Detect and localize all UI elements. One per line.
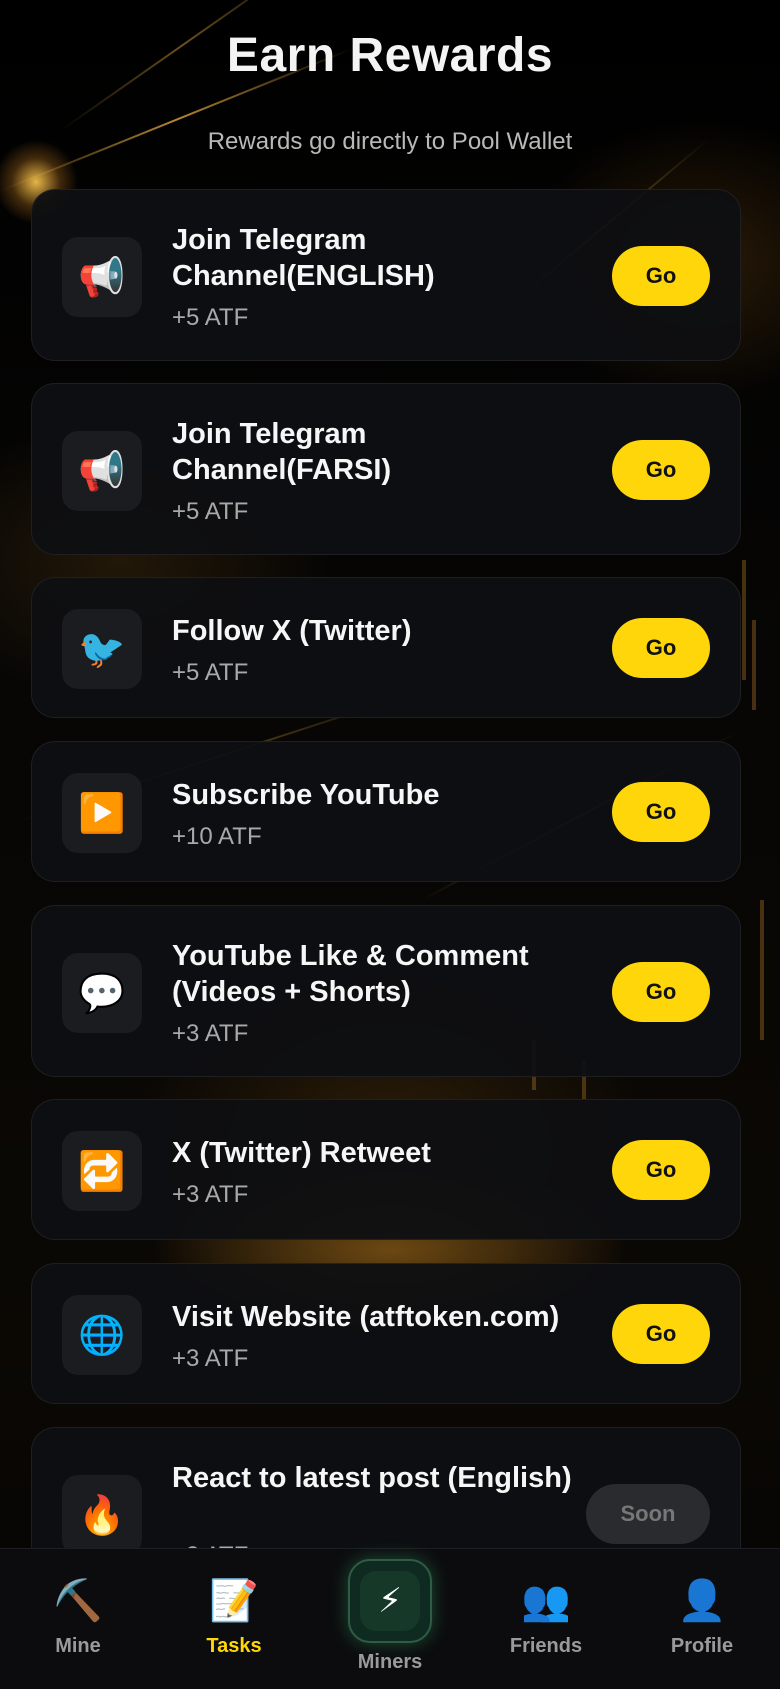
task-card: 🔁 X (Twitter) Retweet +3 ATF Go bbox=[31, 1099, 741, 1240]
task-card: 🌐 Visit Website (atftoken.com) +3 ATF Go bbox=[31, 1263, 741, 1404]
task-title: X (Twitter) Retweet bbox=[172, 1137, 431, 1169]
nav-item-tasks[interactable]: 📝 Tasks bbox=[164, 1549, 304, 1689]
person-icon: 👤 bbox=[677, 1578, 727, 1624]
go-button[interactable]: Go bbox=[612, 782, 710, 842]
play-icon: ▶️ bbox=[62, 773, 142, 853]
task-card: 💬 YouTube Like & Comment (Videos + Short… bbox=[31, 905, 741, 1077]
task-title: Join Telegram Channel(ENGLISH) bbox=[172, 224, 435, 292]
page-subtitle: Rewards go directly to Pool Wallet bbox=[207, 128, 573, 155]
go-button[interactable]: Go bbox=[612, 1304, 710, 1364]
task-card: ▶️ Subscribe YouTube +10 ATF Go bbox=[31, 741, 741, 882]
task-title: YouTube Like & Comment (Videos + Shorts) bbox=[172, 940, 529, 1008]
task-reward: +3 ATF bbox=[172, 1345, 249, 1372]
task-title: Join Telegram Channel(FARSI) bbox=[172, 418, 392, 486]
globe-icon: 🌐 bbox=[62, 1295, 142, 1375]
go-button[interactable]: Go bbox=[612, 1140, 710, 1200]
fire-icon: 🔥 bbox=[62, 1475, 142, 1555]
go-button[interactable]: Go bbox=[612, 962, 710, 1022]
megaphone-icon: 📢 bbox=[62, 431, 142, 511]
task-title: Subscribe YouTube bbox=[172, 779, 440, 811]
lightning-icon: ⚡ bbox=[378, 1581, 402, 1621]
nav-label: Tasks bbox=[206, 1635, 262, 1657]
soon-button: Soon bbox=[586, 1484, 710, 1544]
task-reward: +5 ATF bbox=[172, 498, 249, 525]
nav-item-miners[interactable]: ⚡ Miners bbox=[320, 1549, 460, 1689]
task-title: React to latest post (English) bbox=[172, 1462, 572, 1494]
miners-button: ⚡ bbox=[348, 1559, 432, 1643]
nav-label: Miners bbox=[357, 1651, 423, 1673]
task-title: Follow X (Twitter) bbox=[172, 615, 412, 647]
people-icon: 👥 bbox=[521, 1578, 571, 1624]
memo-icon: 📝 bbox=[209, 1578, 259, 1624]
pickaxe-icon: ⛏️ bbox=[53, 1578, 103, 1624]
megaphone-icon: 📢 bbox=[62, 237, 142, 317]
bottom-nav: ⛏️ Mine 📝 Tasks ⚡ Miners 👥 Friends 👤 Pro… bbox=[0, 1548, 780, 1689]
task-reward: +10 ATF bbox=[172, 823, 262, 850]
task-title: Visit Website (atftoken.com) bbox=[172, 1301, 560, 1333]
go-button[interactable]: Go bbox=[612, 618, 710, 678]
nav-label: Profile bbox=[670, 1635, 734, 1657]
nav-item-friends[interactable]: 👥 Friends bbox=[476, 1549, 616, 1689]
task-card: 🐦 Follow X (Twitter) +5 ATF Go bbox=[31, 577, 741, 718]
nav-label: Friends bbox=[509, 1635, 583, 1657]
task-card: 📢 Join Telegram Channel(ENGLISH) +5 ATF … bbox=[31, 189, 741, 361]
go-button[interactable]: Go bbox=[612, 440, 710, 500]
nav-label: Mine bbox=[55, 1635, 101, 1657]
task-reward: +3 ATF bbox=[172, 1020, 249, 1047]
repeat-icon: 🔁 bbox=[62, 1131, 142, 1211]
task-reward: +3 ATF bbox=[172, 1181, 249, 1208]
nav-item-profile[interactable]: 👤 Profile bbox=[632, 1549, 772, 1689]
page-title: Earn Rewards bbox=[226, 29, 554, 82]
bird-icon: 🐦 bbox=[62, 609, 142, 689]
task-card: 📢 Join Telegram Channel(FARSI) +5 ATF Go bbox=[31, 383, 741, 555]
task-reward: +5 ATF bbox=[172, 659, 249, 686]
nav-item-mine[interactable]: ⛏️ Mine bbox=[8, 1549, 148, 1689]
task-reward: +5 ATF bbox=[172, 304, 249, 331]
go-button[interactable]: Go bbox=[612, 246, 710, 306]
speech-bubble-icon: 💬 bbox=[62, 953, 142, 1033]
